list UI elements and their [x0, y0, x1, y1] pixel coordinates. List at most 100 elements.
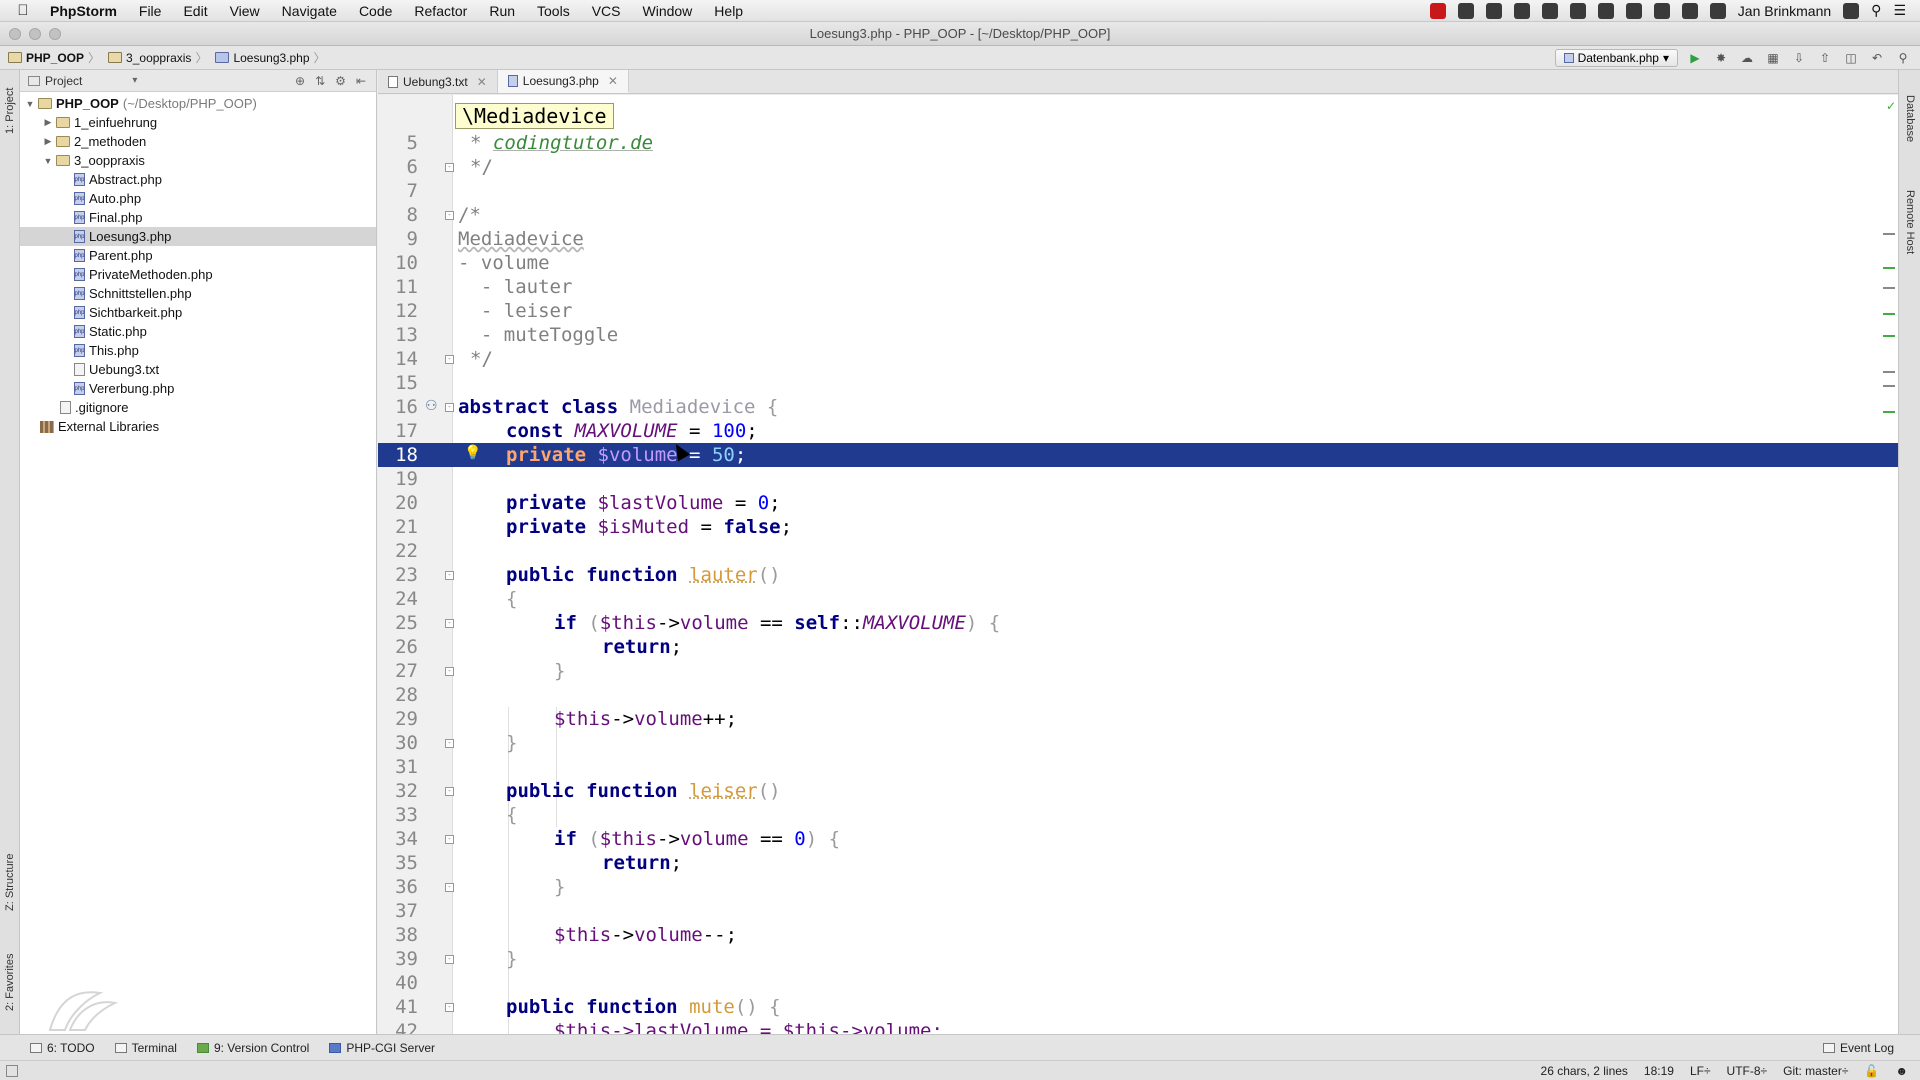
settings-gear-icon[interactable]: ⚙: [335, 74, 346, 88]
favorites-tool-tab[interactable]: 2: Favorites: [0, 942, 20, 1022]
menu-run[interactable]: Run: [478, 3, 526, 19]
tree-root[interactable]: ▼ PHP_OOP (~/Desktop/PHP_OOP): [20, 94, 376, 113]
fold-marker-icon[interactable]: -: [445, 211, 454, 220]
expand-arrow-icon[interactable]: ▼: [42, 156, 54, 166]
record-icon[interactable]: [1429, 2, 1446, 19]
menu-file[interactable]: File: [128, 3, 173, 19]
run-configuration-select[interactable]: Datenbank.php ▾: [1554, 48, 1678, 67]
version-control-tool-button[interactable]: 9: Version Control: [187, 1041, 319, 1055]
fold-marker-icon[interactable]: -: [445, 403, 454, 412]
bluetooth-icon[interactable]: [1681, 2, 1698, 19]
tree-file[interactable]: php This.php: [20, 341, 376, 360]
todo-tool-button[interactable]: 6: TODO: [0, 1041, 105, 1055]
tray-app-icon[interactable]: [1457, 2, 1474, 19]
creative-cloud-icon[interactable]: [1569, 2, 1586, 19]
fold-marker-icon[interactable]: -: [445, 1003, 454, 1012]
fold-marker-icon[interactable]: -: [445, 619, 454, 628]
menu-refactor[interactable]: Refactor: [403, 3, 478, 19]
tab-loesung3[interactable]: Loesung3.php ✕: [497, 70, 629, 93]
collapse-all-icon[interactable]: ⇅: [315, 74, 325, 88]
dropbox-icon[interactable]: [1597, 2, 1614, 19]
tree-external-libraries[interactable]: External Libraries: [20, 417, 376, 436]
tree-file[interactable]: php Schnittstellen.php: [20, 284, 376, 303]
fold-marker-icon[interactable]: -: [445, 163, 454, 172]
listen-debug-icon[interactable]: ☁: [1738, 49, 1756, 67]
fold-marker-icon[interactable]: -: [445, 955, 454, 964]
tab-uebung3[interactable]: Uebung3.txt ✕: [378, 70, 498, 93]
stripe-marker[interactable]: [1883, 287, 1895, 289]
error-stripe[interactable]: ✓: [1878, 95, 1898, 1034]
tree-file[interactable]: php Auto.php: [20, 189, 376, 208]
close-tab-icon[interactable]: ✕: [608, 74, 618, 88]
project-tool-tab[interactable]: 1: Project: [0, 76, 20, 146]
stripe-marker[interactable]: [1883, 385, 1895, 387]
tree-file[interactable]: php PrivateMethoden.php: [20, 265, 376, 284]
tree-file[interactable]: php Static.php: [20, 322, 376, 341]
terminal-tool-button[interactable]: Terminal: [105, 1041, 187, 1055]
vcs-commit-icon[interactable]: ⇧: [1816, 49, 1834, 67]
menu-help[interactable]: Help: [703, 3, 754, 19]
evernote-icon[interactable]: [1513, 2, 1530, 19]
collapse-arrow-icon[interactable]: ▶: [42, 136, 54, 147]
menu-tools[interactable]: Tools: [526, 3, 581, 19]
time-machine-icon[interactable]: [1709, 2, 1726, 19]
line-separator[interactable]: LF÷: [1690, 1064, 1711, 1078]
debug-icon[interactable]: ✸: [1712, 49, 1730, 67]
git-branch[interactable]: Git: master÷: [1783, 1064, 1848, 1078]
revert-icon[interactable]: ↶: [1868, 49, 1886, 67]
extension-icon[interactable]: [1625, 2, 1642, 19]
project-view-select[interactable]: Project: [45, 74, 82, 88]
fold-marker-icon[interactable]: -: [445, 739, 454, 748]
database-tool-tab[interactable]: Database: [1899, 84, 1920, 154]
stripe-marker[interactable]: [1883, 411, 1895, 413]
spotlight-icon[interactable]: ⚲: [1871, 2, 1881, 19]
collapse-arrow-icon[interactable]: ▶: [42, 117, 54, 128]
tree-folder[interactable]: ▶ 2_methoden: [20, 132, 376, 151]
event-log-tool-button[interactable]: Event Log: [1813, 1041, 1920, 1055]
tree-folder[interactable]: ▶ 1_einfuehrung: [20, 113, 376, 132]
expand-arrow-icon[interactable]: ▼: [24, 99, 36, 109]
breadcrumb-folder[interactable]: 3_ooppraxis: [100, 51, 195, 65]
fold-marker-icon[interactable]: -: [445, 787, 454, 796]
tool-windows-toggle-icon[interactable]: [6, 1064, 18, 1077]
menu-view[interactable]: View: [219, 3, 271, 19]
fold-marker-icon[interactable]: -: [445, 883, 454, 892]
stripe-marker[interactable]: [1883, 313, 1895, 315]
fold-marker-icon[interactable]: -: [445, 571, 454, 580]
remote-host-tool-tab[interactable]: Remote Host: [1899, 174, 1920, 270]
volume-icon[interactable]: [1653, 2, 1670, 19]
app-menu[interactable]: PhpStorm: [46, 3, 128, 19]
search-icon[interactable]: ⚲: [1894, 49, 1912, 67]
fold-marker-icon[interactable]: -: [445, 835, 454, 844]
code-editor[interactable]: 5 * codingtutor.de 6- */ 7 8-/* 9 Mediadevi…: [378, 95, 1898, 1034]
tree-folder[interactable]: ▼ 3_ooppraxis: [20, 151, 376, 170]
run-icon[interactable]: ▶: [1686, 49, 1704, 67]
lock-icon[interactable]: 🔓: [1864, 1064, 1879, 1078]
stripe-marker[interactable]: [1883, 371, 1895, 373]
tree-file[interactable]: .gitignore: [20, 398, 376, 417]
coverage-icon[interactable]: ▦: [1764, 49, 1782, 67]
menu-code[interactable]: Code: [348, 3, 403, 19]
notification-center-icon[interactable]: ☰: [1893, 2, 1906, 19]
implemented-marker-icon[interactable]: ⚇: [425, 397, 438, 414]
inspector-icon[interactable]: ☻: [1895, 1064, 1908, 1078]
fold-marker-icon[interactable]: -: [445, 667, 454, 676]
menu-navigate[interactable]: Navigate: [271, 3, 348, 19]
cloud-icon[interactable]: [1541, 2, 1558, 19]
stripe-marker[interactable]: [1883, 233, 1895, 235]
tree-file[interactable]: php Vererbung.php: [20, 379, 376, 398]
stripe-marker[interactable]: [1883, 267, 1895, 269]
breadcrumb-file[interactable]: Loesung3.php: [207, 51, 313, 65]
php-cgi-tool-button[interactable]: PHP-CGI Server: [319, 1041, 445, 1055]
fold-marker-icon[interactable]: -: [445, 355, 454, 364]
menu-vcs[interactable]: VCS: [581, 3, 632, 19]
structure-tool-tab[interactable]: Z: Structure: [0, 840, 20, 924]
stripe-marker[interactable]: [1883, 335, 1895, 337]
tree-file[interactable]: php Sichtbarkeit.php: [20, 303, 376, 322]
menu-edit[interactable]: Edit: [172, 3, 218, 19]
tree-file[interactable]: php Abstract.php: [20, 170, 376, 189]
breadcrumb-project[interactable]: PHP_OOP: [0, 51, 88, 65]
user-icon[interactable]: [1843, 2, 1860, 19]
close-tab-icon[interactable]: ✕: [477, 75, 487, 89]
tree-file[interactable]: php Parent.php: [20, 246, 376, 265]
